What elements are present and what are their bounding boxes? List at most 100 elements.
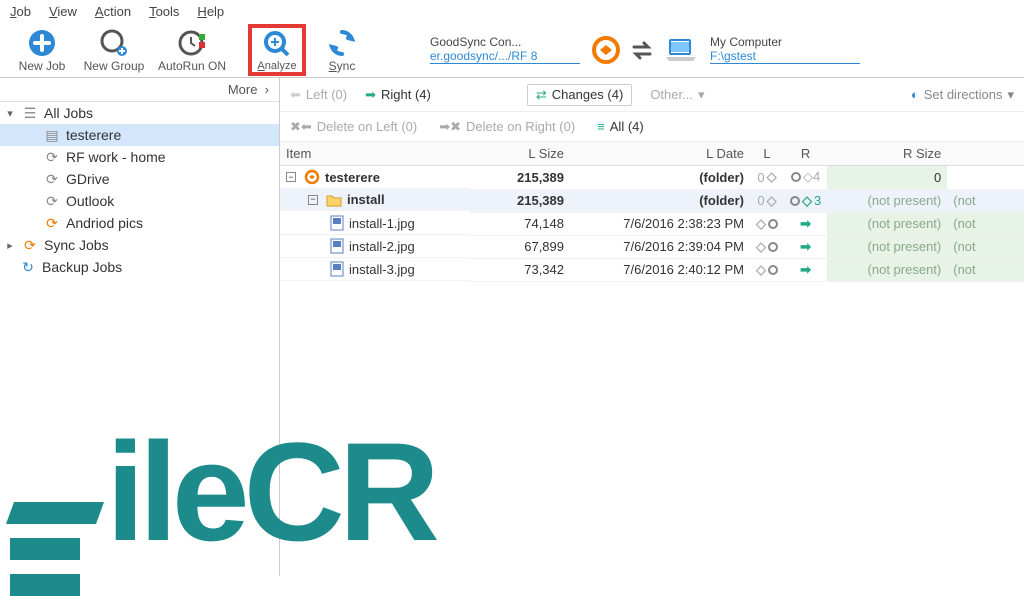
- cell-ldate: 7/6/2016 2:39:04 PM: [570, 235, 750, 258]
- sync-button[interactable]: Sync: [306, 23, 378, 77]
- cell-item: − install: [280, 189, 470, 211]
- autorun-button[interactable]: AutoRun ON: [150, 23, 234, 77]
- cell-r-action[interactable]: ◇3: [784, 189, 827, 212]
- analyze-button[interactable]: Analyze: [248, 24, 306, 76]
- image-file-icon: [330, 261, 344, 277]
- tree-backup-jobs[interactable]: ↻ Backup Jobs: [0, 256, 279, 278]
- job-android-pics[interactable]: ⟳ Andriod pics: [0, 212, 279, 234]
- item-name: install: [347, 192, 385, 207]
- cell-rsize: 0: [827, 166, 947, 190]
- job-label: GDrive: [66, 171, 110, 187]
- cell-overflow: (not: [947, 258, 1024, 281]
- more-link[interactable]: More ›: [0, 78, 279, 102]
- sync-orange-icon: [592, 36, 620, 64]
- cell-r-action[interactable]: ➡: [784, 212, 827, 235]
- folder-icon: [326, 193, 342, 207]
- cell-overflow: (not: [947, 235, 1024, 258]
- job-outlook[interactable]: ⟳ Outlook: [0, 190, 279, 212]
- collapse-icon[interactable]: −: [308, 195, 318, 205]
- col-lsize[interactable]: L Size: [470, 142, 570, 166]
- table-row[interactable]: install-2.jpg67,8997/6/2016 2:39:04 PM◇➡…: [280, 235, 1024, 258]
- sync-direction-icons: [592, 36, 698, 64]
- col-item[interactable]: Item: [280, 142, 470, 166]
- job-testerere[interactable]: ▤ testerere: [0, 124, 279, 146]
- connection-right[interactable]: My Computer F:\gstest: [710, 35, 860, 64]
- image-file-icon: [330, 238, 344, 254]
- sync-icon: ⟳: [22, 237, 38, 253]
- cell-item: install-3.jpg: [280, 258, 470, 281]
- col-rsize[interactable]: R Size: [827, 142, 947, 166]
- cell-lsize: 215,389: [470, 166, 570, 190]
- new-group-button[interactable]: New Group: [78, 23, 150, 77]
- menu-help[interactable]: Help: [197, 4, 224, 19]
- new-group-label: New Group: [84, 59, 145, 73]
- cell-rsize: (not present): [827, 189, 947, 212]
- job-gdrive[interactable]: ⟳ GDrive: [0, 168, 279, 190]
- table-row[interactable]: install-1.jpg74,1487/6/2016 2:38:23 PM◇➡…: [280, 212, 1024, 235]
- item-name: install-1.jpg: [349, 216, 415, 231]
- col-ldate[interactable]: L Date: [570, 142, 750, 166]
- sidebar: More › ▾ ☰ All Jobs ▤ testerere ⟳ RF wor…: [0, 78, 280, 576]
- menu-view[interactable]: View: [49, 4, 77, 19]
- cell-overflow: [947, 166, 1024, 190]
- cell-lsize: 67,899: [470, 235, 570, 258]
- col-l[interactable]: L: [750, 142, 784, 166]
- job-label: testerere: [66, 127, 121, 143]
- job-rf-work-home[interactable]: ⟳ RF work - home: [0, 146, 279, 168]
- tree-all-jobs[interactable]: ▾ ☰ All Jobs: [0, 102, 279, 124]
- delete-bar: ✖⬅Delete on Left (0) ➡✖Delete on Right (…: [280, 112, 1024, 142]
- table-row[interactable]: −testerere215,389(folder)0◇◇40: [280, 166, 1024, 190]
- conn-left-title: GoodSync Con...: [430, 35, 580, 49]
- swap-arrows-icon[interactable]: [628, 36, 656, 64]
- job-label: Andriod pics: [66, 215, 143, 231]
- filter-changes[interactable]: ⇄Changes (4): [527, 84, 632, 106]
- col-r[interactable]: R: [784, 142, 827, 166]
- filter-right[interactable]: ➡Right (4): [365, 87, 431, 103]
- group-icon: [99, 27, 129, 59]
- filter-bar: ⬅Left (0) ➡Right (4) ⇄Changes (4) Other.…: [280, 78, 1024, 112]
- job-label: RF work - home: [66, 149, 166, 165]
- new-job-button[interactable]: New Job: [6, 23, 78, 77]
- cell-l-action[interactable]: 0◇: [750, 166, 784, 190]
- cell-l-action[interactable]: 0◇: [750, 189, 784, 212]
- cell-item: install-2.jpg: [280, 235, 470, 258]
- table-row[interactable]: install-3.jpg73,3427/6/2016 2:40:12 PM◇➡…: [280, 258, 1024, 281]
- cell-l-action[interactable]: ◇: [750, 235, 784, 258]
- cell-ldate: 7/6/2016 2:38:23 PM: [570, 212, 750, 235]
- cell-item: install-1.jpg: [280, 212, 470, 235]
- filter-left[interactable]: ⬅Left (0): [290, 87, 347, 103]
- magnifier-icon: [263, 28, 291, 60]
- clock-icon: [177, 27, 207, 59]
- chevron-down-icon: ▾: [4, 107, 16, 120]
- cell-l-action[interactable]: ◇: [750, 212, 784, 235]
- cell-l-action[interactable]: ◇: [750, 258, 784, 281]
- collapse-icon[interactable]: −: [286, 172, 296, 182]
- delete-left[interactable]: ✖⬅Delete on Left (0): [290, 119, 417, 135]
- menu-tools[interactable]: Tools: [149, 4, 179, 19]
- sync-icon: ⟳: [44, 215, 60, 231]
- sync-icon: ⟳: [44, 171, 60, 187]
- main-panel: ⬅Left (0) ➡Right (4) ⇄Changes (4) Other.…: [280, 78, 1024, 576]
- autorun-label: AutoRun ON: [158, 59, 226, 73]
- cell-r-action[interactable]: ➡: [784, 258, 827, 281]
- cell-r-action[interactable]: ◇4: [784, 166, 827, 190]
- cell-rsize: (not present): [827, 258, 947, 281]
- item-name: testerere: [325, 170, 380, 185]
- menu-job[interactable]: Job: [10, 4, 31, 19]
- delete-right[interactable]: ➡✖Delete on Right (0): [439, 119, 575, 135]
- table-row[interactable]: −install215,389(folder)0◇◇3(not present)…: [280, 189, 1024, 212]
- chevron-right-icon: ▸: [4, 239, 16, 252]
- col-overflow: [947, 142, 1024, 166]
- filter-all[interactable]: ≡All (4): [597, 119, 644, 134]
- menu-action[interactable]: Action: [95, 4, 131, 19]
- item-name: install-3.jpg: [349, 262, 415, 277]
- cell-ldate: 7/6/2016 2:40:12 PM: [570, 258, 750, 281]
- conn-left-path: er.goodsync/.../RF 8: [430, 49, 580, 64]
- cell-r-action[interactable]: ➡: [784, 235, 827, 258]
- set-directions[interactable]: ◐Set directions▾: [911, 87, 1014, 103]
- sync-orange-icon: [304, 169, 320, 185]
- connection-left[interactable]: GoodSync Con... er.goodsync/.../RF 8: [430, 35, 580, 64]
- tree-sync-jobs[interactable]: ▸ ⟳ Sync Jobs: [0, 234, 279, 256]
- filter-other[interactable]: Other...▾: [650, 87, 704, 103]
- plus-circle-icon: [27, 27, 57, 59]
